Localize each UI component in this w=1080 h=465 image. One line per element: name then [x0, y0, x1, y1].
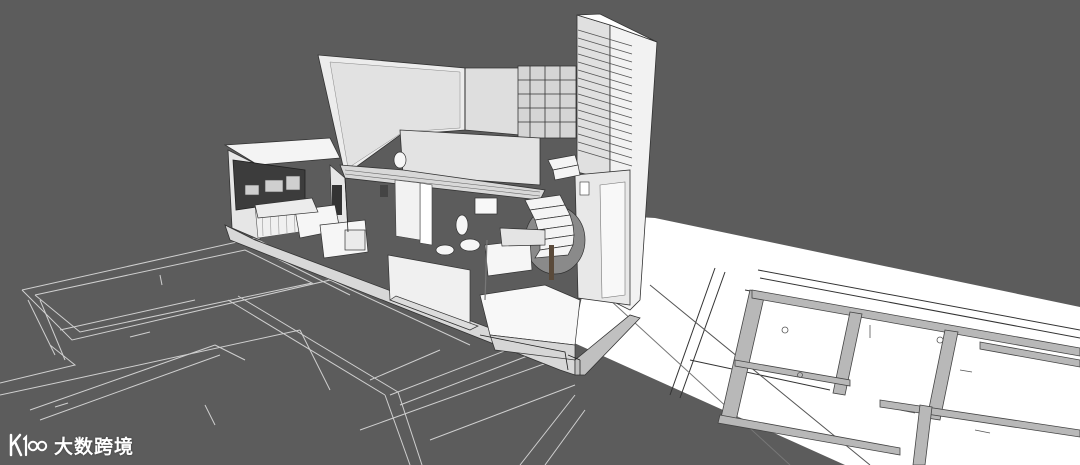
interior-column	[419, 182, 433, 246]
model-scene[interactable]	[0, 0, 1080, 465]
interior-wall-mid	[394, 179, 421, 241]
bookshelf	[517, 65, 577, 139]
tower-sign	[579, 181, 590, 196]
tower-lower-face	[599, 181, 626, 299]
brand-name: 大数跨境	[54, 435, 135, 458]
stair-post	[549, 245, 554, 280]
back-wall-middle	[464, 67, 521, 136]
k100-logo-icon	[9, 433, 48, 457]
wall-art	[380, 185, 388, 197]
tower-front	[576, 14, 611, 181]
3d-viewport[interactable]: 大数跨境	[0, 0, 1080, 465]
watermark: 大数跨境	[8, 428, 134, 462]
